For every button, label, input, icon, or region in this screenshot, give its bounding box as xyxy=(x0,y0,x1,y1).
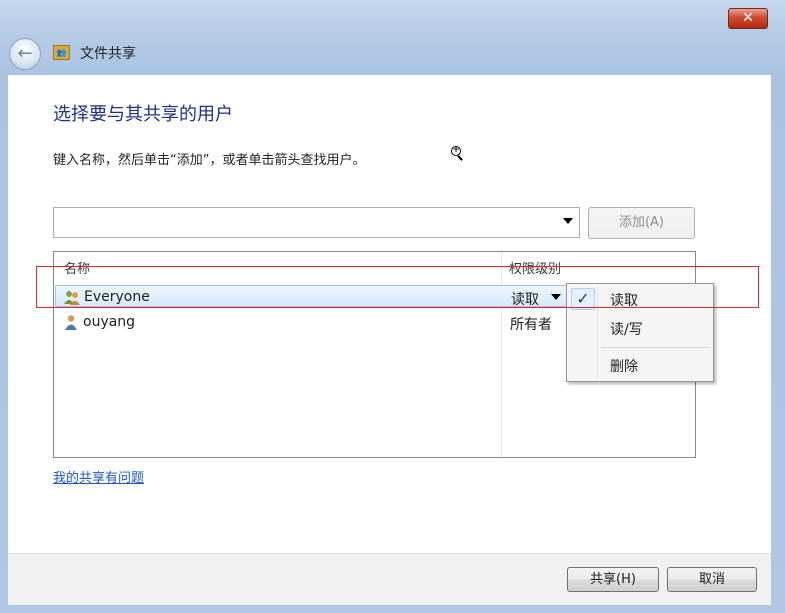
dropdown-arrow-icon[interactable] xyxy=(563,218,573,224)
zoom-cursor-icon: + xyxy=(451,145,461,156)
permission-level: 所有者 xyxy=(510,317,552,333)
add-button[interactable]: 添加(A) xyxy=(588,207,695,239)
user-name-combobox[interactable] xyxy=(53,207,580,238)
menu-separator xyxy=(601,347,709,348)
file-sharing-icon: 👥 xyxy=(53,45,70,60)
window-title: 文件共享 xyxy=(80,46,136,62)
menu-item-read-write[interactable]: 读/写 xyxy=(610,319,643,339)
close-icon: ✕ xyxy=(742,10,754,26)
instruction-text: 键入名称，然后单击“添加”，或者单击箭头查找用户。 xyxy=(53,153,366,168)
back-arrow-icon: ← xyxy=(17,43,33,64)
menu-item-remove[interactable]: 删除 xyxy=(610,356,638,376)
cancel-button[interactable]: 取消 xyxy=(667,567,757,592)
page-heading: 选择要与其共享的用户 xyxy=(53,104,233,125)
share-button[interactable]: 共享(H) xyxy=(567,567,659,592)
user-name: ouyang xyxy=(83,314,136,330)
back-button[interactable]: ← xyxy=(9,38,41,70)
highlight-annotation-box xyxy=(36,266,759,308)
sharing-help-link[interactable]: 我的共享有问题 xyxy=(53,467,144,486)
close-button[interactable]: ✕ xyxy=(728,8,768,29)
user-icon xyxy=(65,315,77,330)
